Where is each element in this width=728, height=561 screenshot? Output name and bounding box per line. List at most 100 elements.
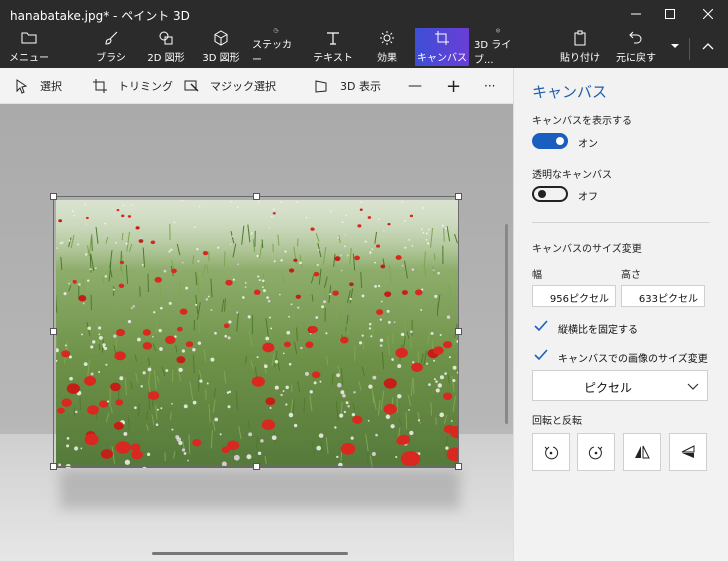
resize-handle-right[interactable] [455, 328, 462, 335]
toggle-knob [556, 137, 564, 145]
chevron-down-icon [687, 383, 699, 390]
ribbon-divider [689, 38, 690, 60]
flip-vertical-icon [681, 445, 695, 458]
resize-canvas-label: キャンバスのサイズ変更 [532, 244, 642, 255]
panel-divider [532, 222, 710, 223]
tab-label: ステッカー [252, 40, 292, 66]
rotate-left-button[interactable] [532, 433, 570, 471]
rotate-right-icon [588, 446, 603, 460]
resize-handle-top-right[interactable] [455, 193, 462, 200]
sticker-icon [273, 28, 279, 33]
tab-3d-library[interactable]: 3D ライブ... [474, 28, 522, 66]
rotate-right-button[interactable] [577, 433, 615, 471]
lock-aspect-label: 縦横比を固定する [558, 325, 638, 336]
crop-tool[interactable]: トリミング [92, 68, 173, 104]
tab-text[interactable]: テキスト [312, 28, 354, 66]
tab-2d-shapes[interactable]: 2D 図形 [145, 28, 187, 66]
tab-stickers[interactable]: ステッカー [252, 28, 300, 66]
show-canvas-toggle[interactable] [532, 133, 568, 149]
flip-horizontal-button[interactable] [623, 433, 661, 471]
zoom-in-button[interactable]: + [446, 68, 461, 104]
tab-effects[interactable]: 効果 [368, 28, 406, 66]
unit-value: ピクセル [583, 381, 632, 395]
folder-icon [21, 32, 37, 44]
zoom-out-button[interactable]: — [408, 68, 422, 104]
view-3d-button[interactable]: 3D 表示 [314, 68, 381, 104]
height-field[interactable]: 633ピクセル [621, 285, 705, 307]
cursor-icon [16, 79, 28, 94]
tab-canvas[interactable]: キャンバス [415, 28, 469, 66]
resize-handle-bottom[interactable] [253, 463, 260, 470]
rotate-left-icon [544, 446, 559, 460]
resize-handle-left[interactable] [50, 328, 57, 335]
undo-button[interactable]: 元に戻す [614, 28, 658, 66]
magic-select-label: マジック選択 [210, 80, 276, 93]
paste-icon [574, 30, 586, 46]
magic-select-tool[interactable]: マジック選択 [184, 68, 276, 104]
maximize-button[interactable] [650, 0, 690, 28]
tab-label: 2D 図形 [147, 53, 185, 64]
toggle-knob [538, 190, 546, 198]
window-title: hanabatake.jpg* - ペイント 3D [10, 9, 190, 23]
lock-aspect-checkbox[interactable] [534, 319, 548, 333]
rotate-flip-label: 回転と反転 [532, 416, 582, 427]
transparent-canvas-toggle[interactable] [532, 186, 568, 202]
close-button[interactable] [688, 0, 728, 28]
resize-image-label: キャンバスでの画像のサイズ変更 [558, 354, 708, 365]
crop-label: トリミング [118, 80, 173, 93]
canvas-area[interactable] [0, 104, 513, 561]
flip-vertical-button[interactable] [669, 433, 707, 471]
more-dropdown-button[interactable] [666, 28, 684, 66]
canvas-icon [435, 31, 449, 45]
view-3d-label: 3D 表示 [340, 80, 381, 93]
select-label: 選択 [40, 80, 62, 93]
paste-button[interactable]: 貼り付け [560, 28, 600, 66]
flip-horizontal-icon [635, 445, 650, 459]
width-label: 幅 [532, 270, 542, 281]
text-icon [327, 32, 339, 45]
paste-label: 貼り付け [560, 53, 600, 64]
close-icon [703, 9, 713, 19]
zoom-in-icon: + [446, 75, 462, 97]
transparent-canvas-label: 透明なキャンバス [532, 170, 612, 181]
resize-image-checkbox[interactable] [534, 348, 548, 362]
canvas-toolbar: 選択 トリミング マジック選択 3D 表示 — + ··· [0, 68, 513, 104]
resize-handle-top-left[interactable] [50, 193, 57, 200]
title-bar: hanabatake.jpg* - ペイント 3D [0, 0, 728, 28]
select-tool[interactable]: 選択 [14, 68, 62, 104]
more-options-button[interactable]: ··· [484, 68, 495, 104]
tab-label: ブラシ [96, 53, 126, 64]
zoom-out-icon: — [408, 78, 422, 94]
ribbon: メニュー ブラシ 2D 図形 3D 図形 ステッカー テキスト 効果 キャンバス… [0, 28, 728, 68]
resize-handle-top[interactable] [253, 193, 260, 200]
show-canvas-state: オン [578, 139, 598, 150]
tab-label: テキスト [313, 53, 353, 64]
undo-label: 元に戻す [616, 53, 656, 64]
selection-frame [53, 196, 459, 467]
more-icon: ··· [484, 79, 496, 93]
resize-handle-bottom-left[interactable] [50, 463, 57, 470]
effects-icon [380, 31, 394, 45]
tab-3d-shapes[interactable]: 3D 図形 [200, 28, 242, 66]
brush-icon [105, 31, 118, 45]
2d-shapes-icon [159, 31, 173, 45]
undo-icon [629, 31, 642, 44]
resize-handle-bottom-right[interactable] [455, 463, 462, 470]
3d-shapes-icon [214, 30, 228, 46]
tab-brushes[interactable]: ブラシ [92, 28, 130, 66]
tab-menu[interactable]: メニュー [8, 28, 50, 66]
vertical-scrollbar[interactable] [505, 224, 508, 424]
photo-reflection [60, 469, 460, 509]
unit-dropdown[interactable]: ピクセル [532, 370, 708, 401]
chevron-up-icon [702, 42, 714, 49]
width-field[interactable]: 956ピクセル [532, 285, 616, 307]
show-canvas-label: キャンバスを表示する [532, 116, 632, 127]
3d-view-icon [315, 80, 327, 93]
horizontal-scrollbar[interactable] [152, 552, 348, 555]
collapse-ribbon-button[interactable] [694, 28, 722, 66]
tab-label: キャンバス [417, 53, 467, 64]
magic-select-icon [184, 80, 199, 92]
tab-label: 効果 [377, 53, 397, 64]
3d-library-icon [496, 28, 500, 33]
canvas-panel: キャンバス キャンバスを表示する オン 透明なキャンバス オフ キャンバスのサイ… [513, 68, 728, 561]
